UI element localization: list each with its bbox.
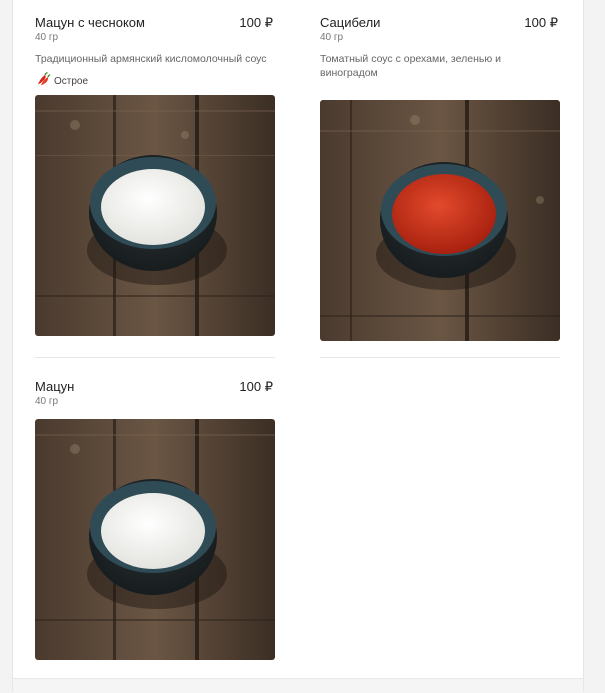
product-card[interactable]: Мацун 100 ₽ 40 гр <box>35 378 275 660</box>
product-photo[interactable] <box>320 100 560 341</box>
product-name: Мацун <box>35 379 75 394</box>
divider <box>320 357 560 358</box>
product-description: Традиционный армянский кисломолочный соу… <box>35 53 267 65</box>
product-card[interactable]: Сацибели 100 ₽ 40 гр Томатный соус с оре… <box>320 14 560 341</box>
product-header: Мацун с чесноком 100 ₽ <box>35 14 275 31</box>
product-description: Томатный соус с орехами, зеленью и виног… <box>320 53 502 79</box>
divider <box>35 357 275 358</box>
product-name: Сацибели <box>320 15 381 30</box>
product-weight: 40 гр <box>35 396 59 407</box>
product-photo[interactable] <box>35 419 275 660</box>
product-photo[interactable] <box>35 95 275 336</box>
product-weight: 40 гр <box>35 32 59 43</box>
product-header: Сацибели 100 ₽ <box>320 14 560 31</box>
spicy-tag-label: Острое <box>54 75 89 87</box>
product-card[interactable]: Мацун с чесноком 100 ₽ 40 гр Традиционны… <box>35 14 275 336</box>
product-price: 100 ₽ <box>239 379 273 394</box>
product-price: 100 ₽ <box>239 15 273 30</box>
menu-panel: Мацун с чесноком 100 ₽ 40 гр Традиционны… <box>12 0 584 693</box>
spicy-tag: Острое <box>35 71 275 92</box>
chili-pepper-icon <box>35 71 51 92</box>
product-header: Мацун 100 ₽ <box>35 378 275 395</box>
product-weight: 40 гр <box>320 32 344 43</box>
product-name: Мацун с чесноком <box>35 15 145 30</box>
footer-bar <box>13 678 583 693</box>
product-price: 100 ₽ <box>524 15 558 30</box>
